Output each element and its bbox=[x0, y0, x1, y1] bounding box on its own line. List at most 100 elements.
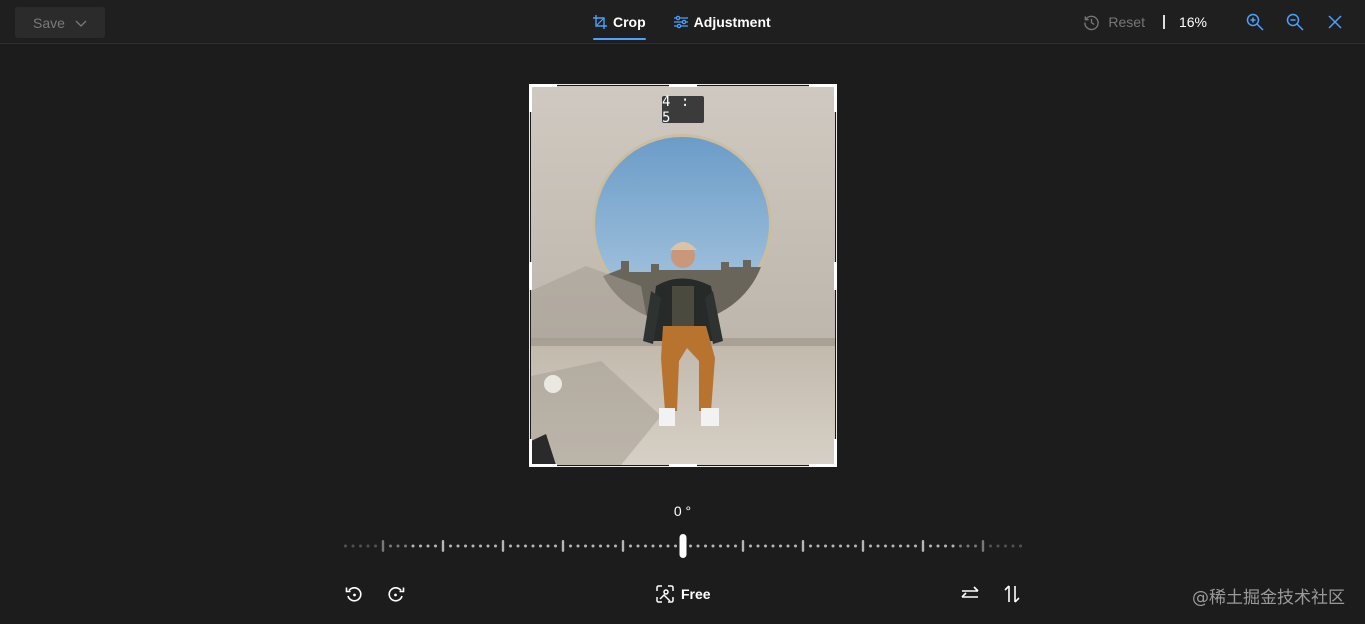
crop-handle-bottom[interactable] bbox=[669, 464, 697, 467]
slider-minor-tick bbox=[636, 544, 640, 548]
slider-minor-tick bbox=[1011, 544, 1015, 548]
slider-minor-tick bbox=[966, 544, 970, 548]
save-button[interactable]: Save bbox=[15, 7, 105, 38]
reset-button[interactable]: Reset bbox=[1083, 14, 1145, 31]
slider-minor-tick bbox=[666, 544, 670, 548]
slider-minor-tick bbox=[419, 544, 422, 548]
zoom-out-button[interactable] bbox=[1285, 12, 1305, 32]
crop-handle-top-left[interactable] bbox=[529, 84, 557, 87]
slider-minor-tick bbox=[824, 544, 827, 548]
slider-minor-tick bbox=[689, 544, 692, 548]
slider-minor-tick bbox=[936, 544, 940, 548]
slider-major-tick bbox=[741, 540, 745, 552]
crop-handle-right[interactable] bbox=[834, 262, 837, 290]
slider-minor-tick bbox=[704, 544, 707, 548]
slider-minor-tick bbox=[734, 544, 737, 548]
crop-handle-top-left-v[interactable] bbox=[529, 84, 532, 112]
crop-handle-top[interactable] bbox=[669, 84, 697, 87]
rotate-left-icon bbox=[345, 587, 362, 602]
zoom-level: 16% bbox=[1178, 14, 1207, 30]
slider-minor-tick bbox=[344, 544, 347, 548]
slider-minor-tick bbox=[1004, 544, 1007, 548]
save-label: Save bbox=[33, 14, 65, 31]
crop-handle-bottom-right[interactable] bbox=[809, 464, 837, 467]
slider-minor-tick bbox=[996, 544, 1000, 548]
bottom-toolbar: Free bbox=[0, 578, 1365, 610]
slider-minor-tick bbox=[674, 544, 677, 548]
slider-minor-tick bbox=[831, 544, 835, 548]
slider-minor-tick bbox=[794, 544, 797, 548]
slider-major-tick bbox=[981, 540, 985, 552]
slider-major-tick bbox=[861, 540, 865, 552]
slider-minor-tick bbox=[944, 544, 947, 548]
slider-minor-tick bbox=[696, 544, 700, 548]
slider-minor-tick bbox=[614, 544, 617, 548]
aspect-ratio-button[interactable]: Free bbox=[655, 583, 711, 605]
flip-vertical-button[interactable] bbox=[1001, 583, 1023, 605]
slider-minor-tick bbox=[539, 544, 542, 548]
slider-minor-tick bbox=[351, 544, 355, 548]
history-icon bbox=[1084, 15, 1100, 30]
tab-crop-label: Crop bbox=[613, 14, 646, 30]
close-icon bbox=[1328, 15, 1342, 29]
slider-minor-tick bbox=[891, 544, 895, 548]
slider-minor-tick bbox=[779, 544, 782, 548]
slider-minor-tick bbox=[764, 544, 767, 548]
tab-crop[interactable]: Crop bbox=[593, 0, 646, 44]
reset-label: Reset bbox=[1108, 14, 1145, 30]
zoom-out-icon bbox=[1286, 13, 1304, 31]
slider-minor-tick bbox=[629, 544, 632, 548]
divider bbox=[1162, 15, 1165, 29]
crop-handle-top-right-v[interactable] bbox=[834, 84, 837, 112]
crop-handle-bottom-left[interactable] bbox=[529, 464, 557, 467]
photo-image bbox=[531, 86, 835, 465]
top-toolbar: Save Crop Adjustment Reset 16% bbox=[0, 0, 1365, 44]
crop-handle-left[interactable] bbox=[529, 262, 532, 290]
aspect-ratio-icon bbox=[656, 585, 674, 603]
tab-adjustment[interactable]: Adjustment bbox=[673, 0, 771, 44]
crop-canvas[interactable]: 4 : 5 bbox=[529, 84, 837, 467]
slider-minor-tick bbox=[719, 544, 722, 548]
rotate-left-button[interactable] bbox=[343, 583, 365, 605]
rotate-right-icon bbox=[388, 587, 405, 602]
slider-minor-tick bbox=[974, 544, 977, 548]
slider-minor-tick bbox=[359, 544, 362, 548]
slider-minor-tick bbox=[816, 544, 820, 548]
slider-minor-tick bbox=[726, 544, 730, 548]
rotate-right-button[interactable] bbox=[385, 583, 407, 605]
slider-minor-tick bbox=[884, 544, 887, 548]
slider-minor-tick bbox=[749, 544, 752, 548]
slider-minor-tick bbox=[464, 544, 467, 548]
slider-minor-tick bbox=[1019, 544, 1022, 548]
tab-adjustment-label: Adjustment bbox=[693, 14, 771, 30]
slider-minor-tick bbox=[554, 544, 557, 548]
flip-vertical-icon bbox=[1004, 585, 1020, 603]
zoom-in-button[interactable] bbox=[1245, 12, 1265, 32]
slider-minor-tick bbox=[659, 544, 662, 548]
slider-minor-tick bbox=[914, 544, 917, 548]
rotation-slider-thumb[interactable] bbox=[679, 534, 687, 558]
slider-minor-tick bbox=[569, 544, 572, 548]
crop-handle-bottom-right-v[interactable] bbox=[834, 439, 837, 467]
rotation-slider[interactable] bbox=[340, 534, 1026, 558]
slider-minor-tick bbox=[591, 544, 595, 548]
slider-minor-tick bbox=[846, 544, 850, 548]
slider-minor-tick bbox=[546, 544, 550, 548]
slider-minor-tick bbox=[711, 544, 715, 548]
slider-minor-tick bbox=[606, 544, 610, 548]
slider-minor-tick bbox=[471, 544, 475, 548]
slider-minor-tick bbox=[516, 544, 520, 548]
close-button[interactable] bbox=[1325, 12, 1345, 32]
chevron-down-icon bbox=[75, 20, 87, 27]
slider-major-tick bbox=[381, 540, 385, 552]
zoom-in-icon bbox=[1246, 13, 1264, 31]
slider-minor-tick bbox=[426, 544, 430, 548]
slider-minor-tick bbox=[839, 544, 842, 548]
slider-minor-tick bbox=[786, 544, 790, 548]
slider-minor-tick bbox=[929, 544, 932, 548]
flip-horizontal-button[interactable] bbox=[959, 583, 981, 605]
crop-handle-bottom-left-v[interactable] bbox=[529, 439, 532, 467]
slider-minor-tick bbox=[434, 544, 437, 548]
crop-handle-top-right[interactable] bbox=[809, 84, 837, 87]
sliders-icon bbox=[673, 15, 688, 29]
